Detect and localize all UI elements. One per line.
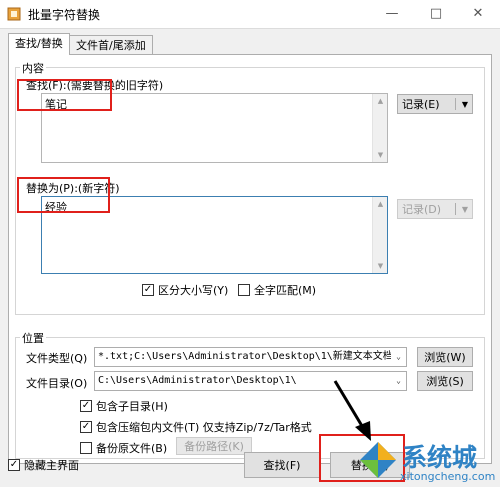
title-bar: 批量字符替换 — □ ✕ [0, 0, 500, 28]
scroll-up-icon[interactable]: ▲ [373, 94, 388, 108]
whole-match-checkbox[interactable]: 全字匹配(M) [238, 282, 316, 298]
include-archives-label: 包含压缩包内文件(T) 仅支持Zip/7z/Tar格式 [96, 421, 312, 434]
location-group-label: 位置 [20, 330, 46, 346]
find-button[interactable]: 查找(F) [244, 452, 320, 478]
scroll-down-icon[interactable]: ▼ [373, 259, 388, 273]
find-history-button[interactable]: 记录(E) ▼ [397, 94, 473, 114]
chevron-down-icon[interactable]: ⌄ [391, 372, 406, 390]
pointer-arrow-icon [333, 380, 371, 441]
backup-label: 备份原文件(B) [96, 442, 168, 455]
content-group: 内容 查找(F):(需要替换的旧字符) 笔记 ▲ ▼ 记录(E) ▼ 替换为(P… [15, 60, 485, 315]
watermark: 系统城 xitongcheng.com [354, 436, 500, 487]
chevron-down-icon: ▼ [461, 205, 468, 214]
watermark-text: 系统城 [402, 443, 478, 472]
find-textarea[interactable]: 笔记 ▲ ▼ [41, 93, 388, 163]
content-group-label: 内容 [20, 60, 46, 76]
backup-checkbox[interactable]: 备份原文件(B) [80, 440, 167, 456]
replace-history-button[interactable]: 记录(D) ▼ [397, 199, 473, 219]
hide-main-checkbox[interactable]: 隐藏主界面 [8, 457, 79, 473]
match-case-label: 区分大小写(Y) [158, 284, 229, 297]
checkbox-unchecked-icon [238, 284, 250, 296]
replace-scrollbar[interactable]: ▲ ▼ [372, 197, 387, 273]
file-dir-label: 文件目录(O) [26, 377, 88, 390]
file-dir-browse-button[interactable]: 浏览(S) [417, 371, 473, 391]
checkbox-checked-icon [80, 421, 92, 433]
file-type-combo[interactable]: *.txt;C:\Users\Administrator\Desktop\1\新… [94, 347, 407, 367]
whole-match-label: 全字匹配(M) [254, 284, 317, 297]
find-history-label: 记录(E) [402, 98, 440, 111]
find-value: 笔记 [45, 98, 67, 111]
file-dir-value: C:\Users\Administrator\Desktop\1\ [98, 375, 297, 386]
window-title: 批量字符替换 [28, 8, 101, 22]
chevron-down-icon[interactable]: ⌄ [391, 348, 406, 366]
checkbox-checked-icon [8, 459, 20, 471]
match-case-checkbox[interactable]: 区分大小写(Y) [142, 282, 228, 298]
app-icon [7, 7, 21, 21]
include-subdirs-label: 包含子目录(H) [96, 400, 168, 413]
checkbox-checked-icon [142, 284, 154, 296]
backup-path-button[interactable]: 备份路径(K) [176, 437, 252, 455]
hide-main-label: 隐藏主界面 [24, 459, 79, 472]
watermark-url: xitongcheng.com [400, 470, 496, 483]
include-subdirs-checkbox[interactable]: 包含子目录(H) [80, 398, 168, 414]
tab-header-footer[interactable]: 文件首/尾添加 [69, 35, 153, 55]
file-type-value: *.txt;C:\Users\Administrator\Desktop\1\新… [98, 351, 407, 362]
maximize-icon[interactable]: □ [416, 0, 456, 26]
chevron-down-icon: ▼ [461, 100, 468, 109]
watermark-logo-icon [360, 442, 396, 478]
file-type-label: 文件类型(Q) [26, 352, 88, 365]
find-label: 查找(F):(需要替换的旧字符) [26, 79, 164, 92]
find-scrollbar[interactable]: ▲ ▼ [372, 94, 387, 162]
checkbox-checked-icon [80, 400, 92, 412]
split-divider [455, 203, 456, 215]
replace-value: 经验 [45, 201, 67, 214]
minimize-icon[interactable]: — [372, 0, 412, 26]
close-icon[interactable]: ✕ [456, 0, 500, 26]
scroll-up-icon[interactable]: ▲ [373, 197, 388, 211]
split-divider [455, 98, 456, 110]
replace-label: 替换为(P):(新字符) [26, 182, 120, 195]
file-type-browse-button[interactable]: 浏览(W) [417, 347, 473, 367]
replace-textarea[interactable]: 经验 ▲ ▼ [41, 196, 388, 274]
include-archives-checkbox[interactable]: 包含压缩包内文件(T) 仅支持Zip/7z/Tar格式 [80, 419, 312, 435]
checkbox-unchecked-icon [80, 442, 92, 454]
dialog-body: 查找/替换 文件首/尾添加 内容 查找(F):(需要替换的旧字符) 笔记 ▲ ▼… [0, 28, 500, 487]
replace-history-label: 记录(D) [402, 203, 442, 216]
tab-find-replace[interactable]: 查找/替换 [8, 33, 70, 55]
scroll-down-icon[interactable]: ▼ [373, 148, 388, 162]
tab-panel: 内容 查找(F):(需要替换的旧字符) 笔记 ▲ ▼ 记录(E) ▼ 替换为(P… [8, 54, 492, 464]
